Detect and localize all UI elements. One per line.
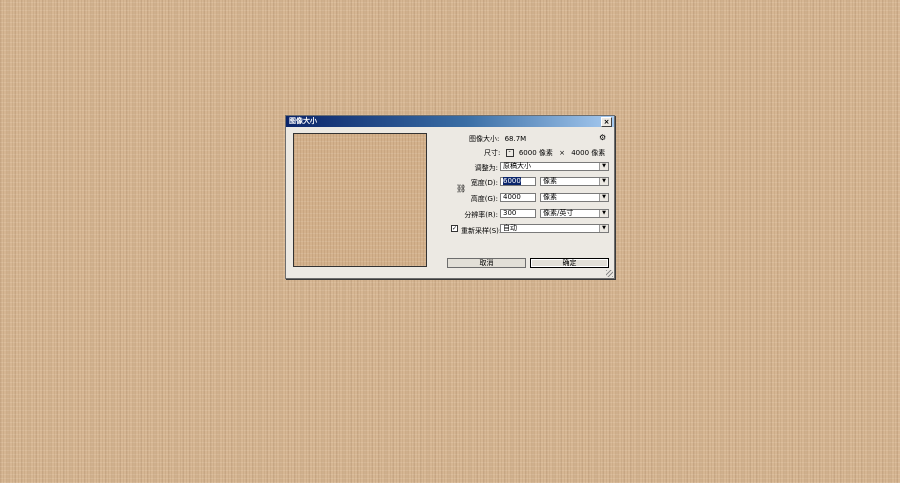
image-size-value: 68.7M: [504, 135, 527, 143]
chevron-down-icon: ▼: [599, 178, 608, 185]
ok-button[interactable]: 确定: [530, 258, 609, 268]
fit-to-value: 原稿大小: [503, 162, 531, 170]
height-unit-select[interactable]: 像素 ▼: [540, 193, 609, 202]
height-unit-value: 像素: [543, 193, 557, 201]
dimensions-toggle-icon[interactable]: -: [505, 149, 514, 157]
dimensions-sep: ×: [559, 149, 565, 157]
width-value: 6000: [503, 177, 521, 185]
width-field[interactable]: 6000: [500, 177, 536, 186]
dialog-title: 图像大小: [289, 117, 317, 125]
chevron-down-icon: ▼: [599, 163, 608, 170]
resample-select[interactable]: 自动 ▼: [500, 224, 609, 233]
image-size-dialog: 图像大小 × 图像大小: 68.7M ⚙ 尺寸: - 6000 像素 × 400…: [285, 115, 615, 279]
fit-to-label: 调整为:: [474, 164, 498, 172]
gear-icon[interactable]: ⚙: [599, 133, 606, 142]
dimensions-label: 尺寸:: [484, 149, 501, 157]
width-label: 宽度(D):: [470, 179, 498, 187]
resolution-label: 分辨率(R):: [464, 211, 498, 219]
dimensions-row: 尺寸: - 6000 像素 × 4000 像素: [484, 148, 605, 158]
resample-value: 自动: [503, 224, 517, 232]
chevron-down-icon: ▼: [599, 225, 608, 232]
cancel-button[interactable]: 取消: [447, 258, 526, 268]
dialog-titlebar[interactable]: 图像大小 ×: [286, 116, 614, 127]
resize-grip-icon[interactable]: [606, 270, 613, 277]
width-unit-value: 像素: [543, 177, 557, 185]
resolution-value: 300: [503, 209, 517, 217]
dimensions-width: 6000 像素: [518, 149, 553, 157]
close-button[interactable]: ×: [601, 117, 612, 127]
height-field[interactable]: 4000: [500, 193, 536, 202]
image-preview[interactable]: [293, 133, 427, 267]
fit-to-select[interactable]: 原稿大小 ▼: [500, 162, 609, 171]
width-unit-select[interactable]: 像素 ▼: [540, 177, 609, 186]
resample-checkbox[interactable]: ✓: [451, 225, 458, 232]
chevron-down-icon: ▼: [599, 210, 608, 217]
dimensions-height: 4000 像素: [571, 149, 606, 157]
image-size-row: 图像大小: 68.7M: [469, 134, 526, 144]
image-size-label: 图像大小:: [469, 135, 500, 143]
chevron-down-icon: ▼: [599, 194, 608, 201]
height-value: 4000: [503, 193, 521, 201]
close-icon: ×: [603, 118, 610, 126]
height-label: 高度(G):: [470, 195, 498, 203]
resolution-field[interactable]: 300: [500, 209, 536, 218]
resolution-unit-select[interactable]: 像素/英寸 ▼: [540, 209, 609, 218]
resample-label: 重新采样(S):: [461, 227, 502, 235]
resolution-unit-value: 像素/英寸: [543, 209, 574, 217]
